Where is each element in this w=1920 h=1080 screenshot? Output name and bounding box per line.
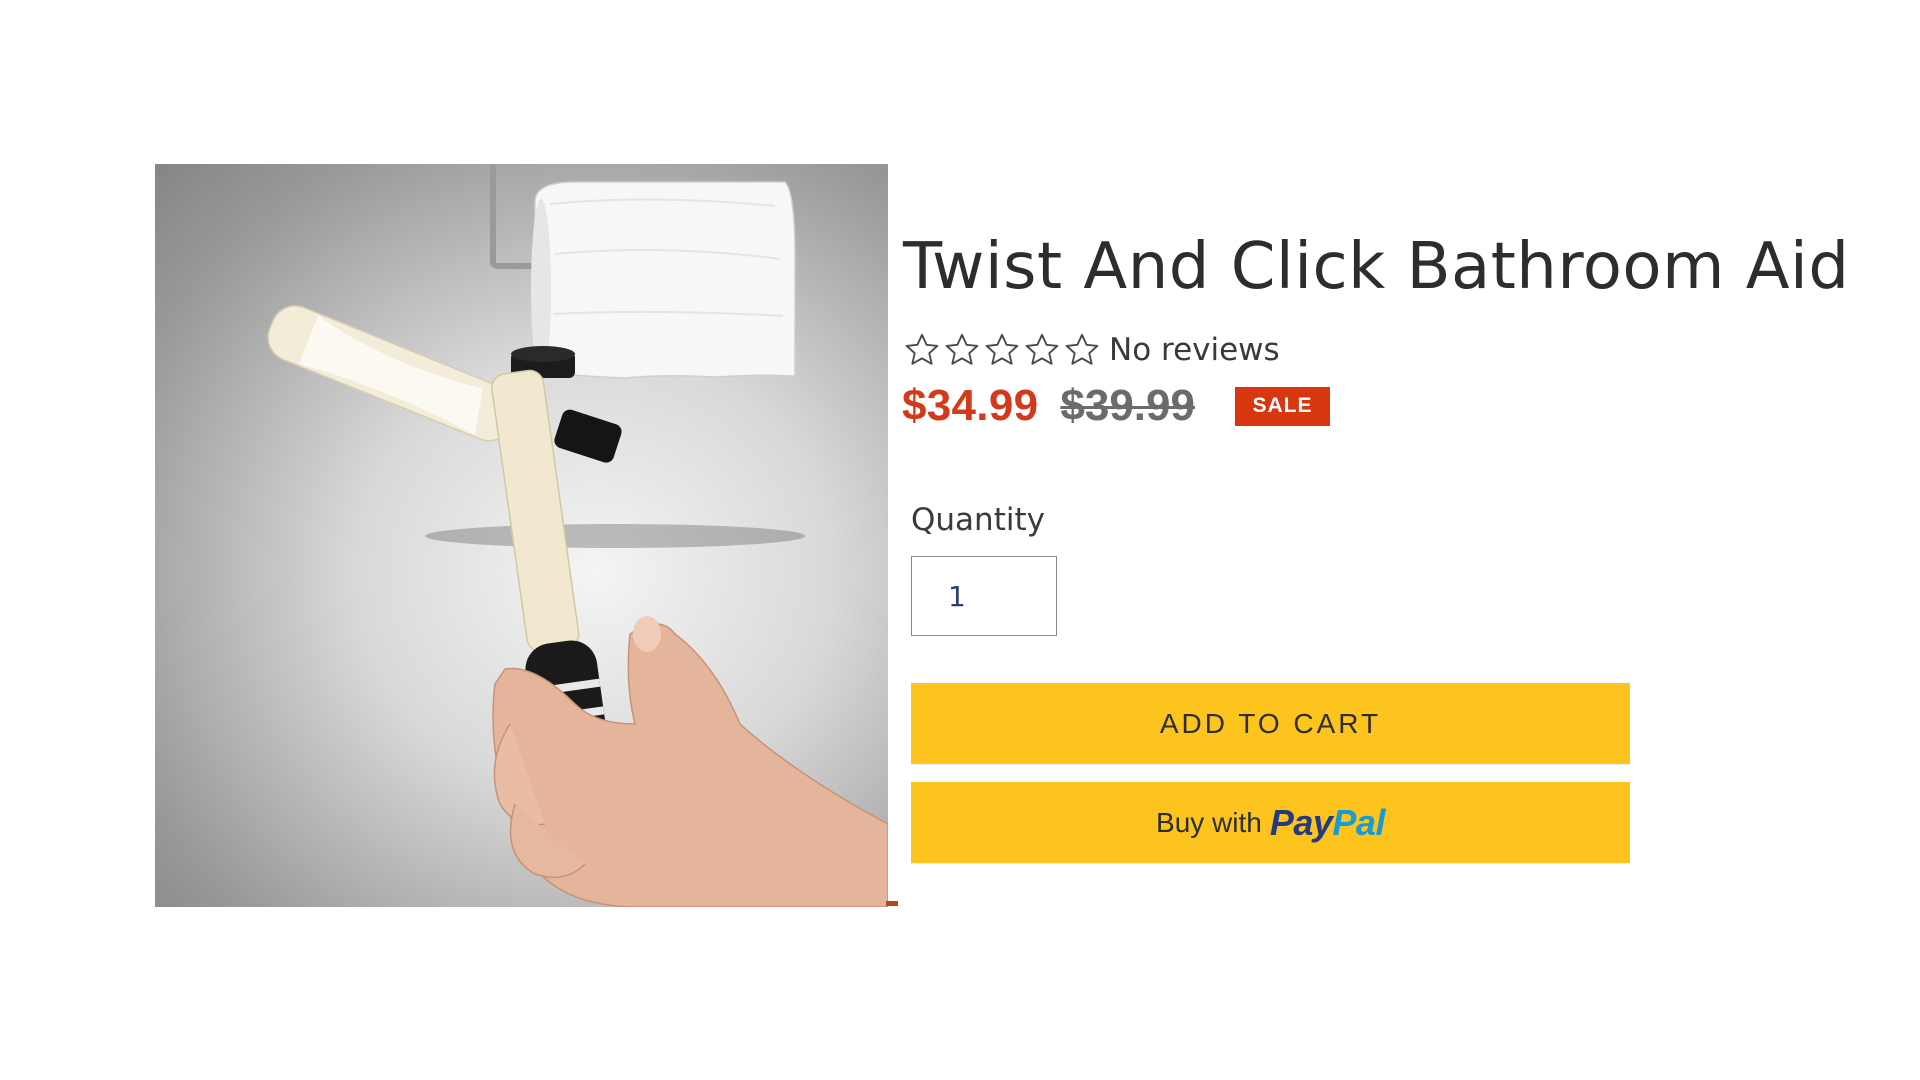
- product-title: Twist And Click Bathroom Aid: [903, 230, 1850, 304]
- sale-price: $34.99: [902, 381, 1039, 430]
- product-photo-illustration: [267, 164, 888, 907]
- add-to-cart-label: ADD TO CART: [1159, 707, 1382, 739]
- quantity-label: Quantity: [911, 502, 1045, 538]
- reviews-label[interactable]: No reviews: [1109, 330, 1280, 370]
- product-image[interactable]: [155, 164, 888, 907]
- quantity-input[interactable]: [911, 556, 1057, 636]
- sale-badge: SALE: [1234, 386, 1330, 426]
- star-outline-icon: [905, 334, 939, 365]
- star-outline-icon: [1025, 334, 1059, 365]
- image-edge-mark: [886, 901, 898, 906]
- star-outline-icon: [985, 334, 1019, 365]
- paypal-logo-pay: Pay: [1269, 801, 1333, 843]
- star-outline-icon: [945, 334, 979, 365]
- add-to-cart-button[interactable]: ADD TO CART: [911, 683, 1630, 764]
- price-row: $34.99 $39.99 SALE: [902, 381, 1330, 431]
- rating[interactable]: No reviews: [903, 330, 1280, 370]
- paypal-checkout-button[interactable]: Buy with PayPal: [911, 782, 1630, 863]
- paypal-logo-pal: Pal: [1332, 801, 1385, 843]
- paypal-logo-icon: PayPal: [1269, 801, 1386, 844]
- star-outline-icon: [1065, 334, 1099, 365]
- regular-price: $39.99: [1060, 381, 1195, 430]
- paypal-prefix: Buy with: [1156, 806, 1262, 838]
